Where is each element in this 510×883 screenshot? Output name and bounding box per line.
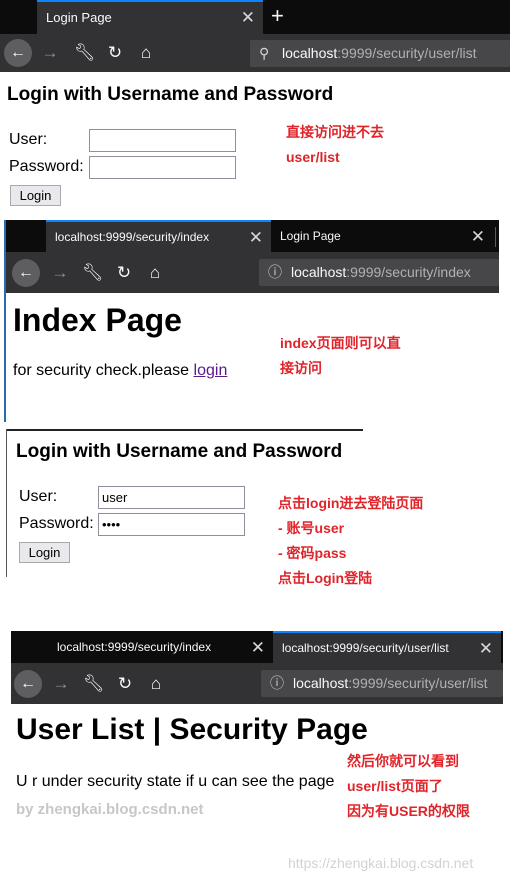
screenshot-4: localhost:9999/security/index ✕ localhos… xyxy=(11,631,503,831)
close-icon[interactable]: ✕ xyxy=(241,2,255,33)
home-icon[interactable]: ⌂ xyxy=(136,41,156,65)
url-host: localhost xyxy=(282,45,338,61)
info-icon: ⓘ xyxy=(268,264,282,280)
annotation-note: 点击login进去登陆页面 - 账号user - 密码pass 点击Login登… xyxy=(278,491,423,591)
note-line: 然后你就可以看到 xyxy=(347,753,459,769)
home-icon[interactable]: ⌂ xyxy=(146,672,166,696)
tab-title: Login Page xyxy=(46,10,112,25)
url-path: :9999/security/user/list xyxy=(337,45,477,61)
right-arrow-icon[interactable]: → xyxy=(40,41,60,65)
url-bar[interactable]: ⓘ localhost:9999/security/index xyxy=(259,259,499,286)
left-arrow-icon[interactable]: ← xyxy=(12,259,40,287)
note-line: 点击login进去登陆页面 xyxy=(278,495,424,511)
tab-title: Login Page xyxy=(280,229,341,243)
password-field[interactable] xyxy=(98,513,245,536)
login-link[interactable]: login xyxy=(194,362,228,379)
login-button[interactable]: Login xyxy=(10,185,61,206)
close-icon[interactable]: ✕ xyxy=(249,222,263,252)
tab-separator xyxy=(495,227,496,247)
right-arrow-icon[interactable]: → xyxy=(50,261,70,285)
home-icon[interactable]: ⌂ xyxy=(145,261,165,285)
nav-toolbar: ← → 🔧︎ ↻ ⌂ ⓘ localhost:9999/security/ind… xyxy=(6,252,499,293)
url-path: :9999/security/index xyxy=(346,264,471,280)
tab-user-list[interactable]: localhost:9999/security/user/list ✕ xyxy=(273,631,501,663)
tab-strip: localhost:9999/security/index ✕ Login Pa… xyxy=(6,220,499,252)
wrench-icon[interactable]: 🔧︎ xyxy=(83,672,105,696)
wrench-icon[interactable]: 🔧︎ xyxy=(82,261,104,285)
user-label: User: xyxy=(19,488,58,505)
url-bar[interactable]: ⓘ localhost:9999/security/user/list xyxy=(261,670,503,697)
close-icon[interactable]: ✕ xyxy=(251,631,265,663)
note-line: - 账号user xyxy=(278,520,345,536)
left-arrow-icon[interactable]: ← xyxy=(14,670,42,698)
password-label: Password: xyxy=(9,158,84,175)
password-label: Password: xyxy=(19,515,94,532)
tab-index[interactable]: localhost:9999/security/index ✕ xyxy=(48,631,273,663)
username-field[interactable] xyxy=(89,129,236,152)
left-arrow-icon[interactable]: ← xyxy=(4,39,32,67)
screenshot-1: Login Page ✕ + ← → 🔧︎ ↻ ⌂ ⚲ localhost:99… xyxy=(0,0,510,215)
reload-icon[interactable]: ↻ xyxy=(114,261,134,285)
page-heading: User List | Security Page xyxy=(16,713,368,746)
nav-toolbar: ← → 🔧︎ ↻ ⌂ ⚲ localhost:9999/security/use… xyxy=(0,34,510,72)
annotation-note: 直接访问进不去 user/list xyxy=(286,120,384,170)
frame-top-border xyxy=(6,429,363,431)
page-text: for security check.please login xyxy=(13,362,227,380)
note-line: - 密码pass xyxy=(278,545,347,561)
login-button[interactable]: Login xyxy=(19,542,70,563)
tab-strip: localhost:9999/security/index ✕ localhos… xyxy=(11,631,503,663)
close-icon[interactable]: ✕ xyxy=(479,633,493,663)
username-field[interactable] xyxy=(98,486,245,509)
page-text: U r under security state if u can see th… xyxy=(16,773,335,790)
tab-title: localhost:9999/security/index xyxy=(55,230,210,244)
wrench-icon[interactable]: 🔧︎ xyxy=(74,41,96,65)
note-line: 点击Login登陆 xyxy=(278,570,373,586)
page-heading: Index Page xyxy=(13,302,182,338)
tab-title: localhost:9999/security/index xyxy=(57,640,212,654)
screenshot-3: Login with Username and Password User: P… xyxy=(6,429,506,589)
watermark: https://zhengkai.blog.csdn.net xyxy=(288,855,474,871)
frame-left-border xyxy=(6,429,7,577)
url-host: localhost xyxy=(293,675,349,691)
annotation-note: index页面则可以直 接访问 xyxy=(280,331,401,381)
url-bar[interactable]: ⚲ localhost:9999/security/user/list xyxy=(250,40,510,67)
reload-icon[interactable]: ↻ xyxy=(105,41,125,65)
url-host: localhost xyxy=(291,264,347,280)
reload-icon[interactable]: ↻ xyxy=(115,672,135,696)
url-path: :9999/security/user/list xyxy=(348,675,488,691)
tab-strip: Login Page ✕ + xyxy=(0,0,510,34)
user-label: User: xyxy=(9,131,48,148)
page-heading: Login with Username and Password xyxy=(16,441,343,462)
search-icon: ⚲ xyxy=(259,45,270,61)
note-line: 直接访问进不去 xyxy=(286,124,384,140)
right-arrow-icon[interactable]: → xyxy=(51,672,71,696)
annotation-note: 然后你就可以看到 user/list页面了 因为有USER的权限 xyxy=(347,749,470,824)
note-line: user/list页面了 xyxy=(347,778,443,794)
tab-index[interactable]: localhost:9999/security/index ✕ xyxy=(46,220,271,252)
credit-text: by zhengkai.blog.csdn.net xyxy=(16,801,204,818)
tab-login-page[interactable]: Login Page ✕ xyxy=(37,0,263,34)
note-line: user/list xyxy=(286,149,340,165)
note-line: index页面则可以直 xyxy=(280,335,401,351)
tab-login-page[interactable]: Login Page ✕ xyxy=(271,220,493,252)
instruction-text: for security check.please xyxy=(13,362,194,379)
plus-icon[interactable]: + xyxy=(271,0,284,32)
nav-toolbar: ← → 🔧︎ ↻ ⌂ ⓘ localhost:9999/security/use… xyxy=(11,663,503,704)
note-line: 因为有USER的权限 xyxy=(347,803,470,819)
info-icon: ⓘ xyxy=(270,675,284,691)
screenshot-2: localhost:9999/security/index ✕ Login Pa… xyxy=(4,220,499,422)
password-field[interactable] xyxy=(89,156,236,179)
close-icon[interactable]: ✕ xyxy=(471,220,485,252)
note-line: 接访问 xyxy=(280,360,322,376)
page-heading: Login with Username and Password xyxy=(7,84,334,105)
tab-title: localhost:9999/security/user/list xyxy=(282,641,449,655)
